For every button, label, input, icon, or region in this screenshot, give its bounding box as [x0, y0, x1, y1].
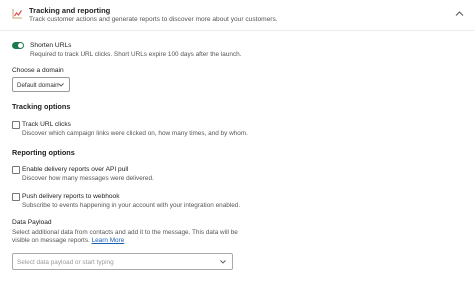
tracking-options-heading: Tracking options: [12, 102, 71, 111]
choose-domain-label: Choose a domain: [12, 67, 64, 74]
section-subtitle: Track customer actions and generate repo…: [29, 16, 278, 23]
data-payload-description-2: visible on message reports. Learn More: [12, 237, 124, 244]
chart-icon: [12, 9, 22, 19]
shorten-urls-description: Required to track URL clicks. Short URLs…: [30, 51, 242, 58]
chevron-down-icon: [220, 260, 226, 264]
track-url-clicks-checkbox[interactable]: [12, 121, 20, 129]
learn-more-link[interactable]: Learn More: [92, 237, 125, 244]
chevron-down-icon: [58, 83, 64, 87]
data-payload-placeholder: Select data payload or start typing: [17, 258, 114, 266]
shorten-urls-toggle[interactable]: [12, 42, 24, 49]
chevron-up-icon[interactable]: [455, 10, 464, 17]
tracking-reporting-header[interactable]: Tracking and reporting Track customer ac…: [0, 0, 474, 31]
data-payload-label: Data Payload: [12, 219, 52, 226]
data-payload-description-2-text: visible on message reports.: [12, 237, 90, 244]
track-url-clicks-description: Discover which campaign links were click…: [22, 130, 248, 137]
reporting-options-heading: Reporting options: [12, 148, 75, 157]
track-url-clicks-label: Track URL clicks: [22, 121, 71, 128]
webhook-reports-checkbox[interactable]: [12, 193, 20, 201]
domain-select-value: Default domain: [17, 81, 59, 89]
data-payload-select[interactable]: Select data payload or start typing: [12, 253, 233, 270]
shorten-urls-label: Shorten URLs: [30, 42, 72, 49]
webhook-reports-description: Subscribe to events happening in your ac…: [22, 202, 241, 209]
delivery-reports-description: Discover how many messages were delivere…: [22, 175, 154, 182]
data-payload-description-1: Select additional data from contacts and…: [12, 229, 238, 236]
delivery-reports-checkbox[interactable]: [12, 166, 20, 174]
delivery-reports-label: Enable delivery reports over API pull: [22, 166, 129, 173]
section-title: Tracking and reporting: [29, 6, 111, 15]
webhook-reports-label: Push delivery reports to webhook: [22, 193, 120, 200]
domain-select[interactable]: Default domain: [12, 77, 70, 92]
